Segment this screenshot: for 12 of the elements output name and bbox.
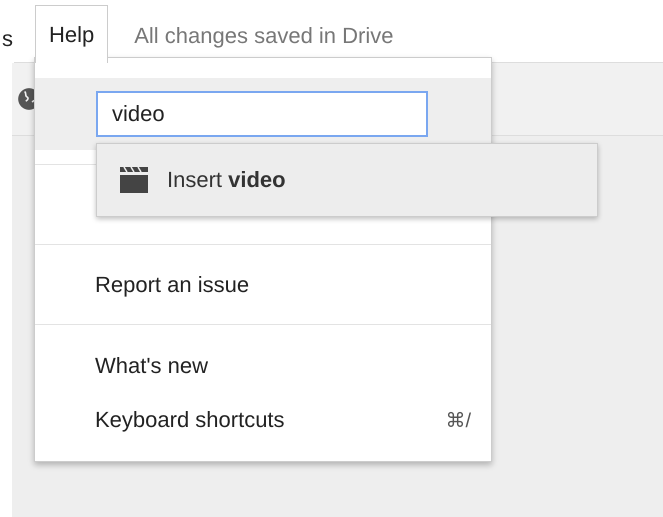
search-field[interactable]: video (96, 91, 428, 137)
menu-item-label: Keyboard shortcuts (95, 407, 285, 433)
menu-item[interactable]: Report an issue (35, 258, 491, 312)
suggestion-item[interactable]: Insert video (96, 143, 598, 217)
shortcut-hint: ⌘/ (445, 408, 471, 432)
menu-item[interactable]: Keyboard shortcuts ⌘/ (35, 393, 491, 447)
menu-item-label: What's new (95, 353, 208, 379)
save-status: All changes saved in Drive (134, 22, 394, 50)
clapperboard-icon (119, 166, 149, 194)
menu-tab[interactable]: Help (35, 5, 108, 63)
menu-item[interactable]: What's new (35, 339, 491, 393)
menu-item-label: Report an issue (95, 272, 250, 298)
